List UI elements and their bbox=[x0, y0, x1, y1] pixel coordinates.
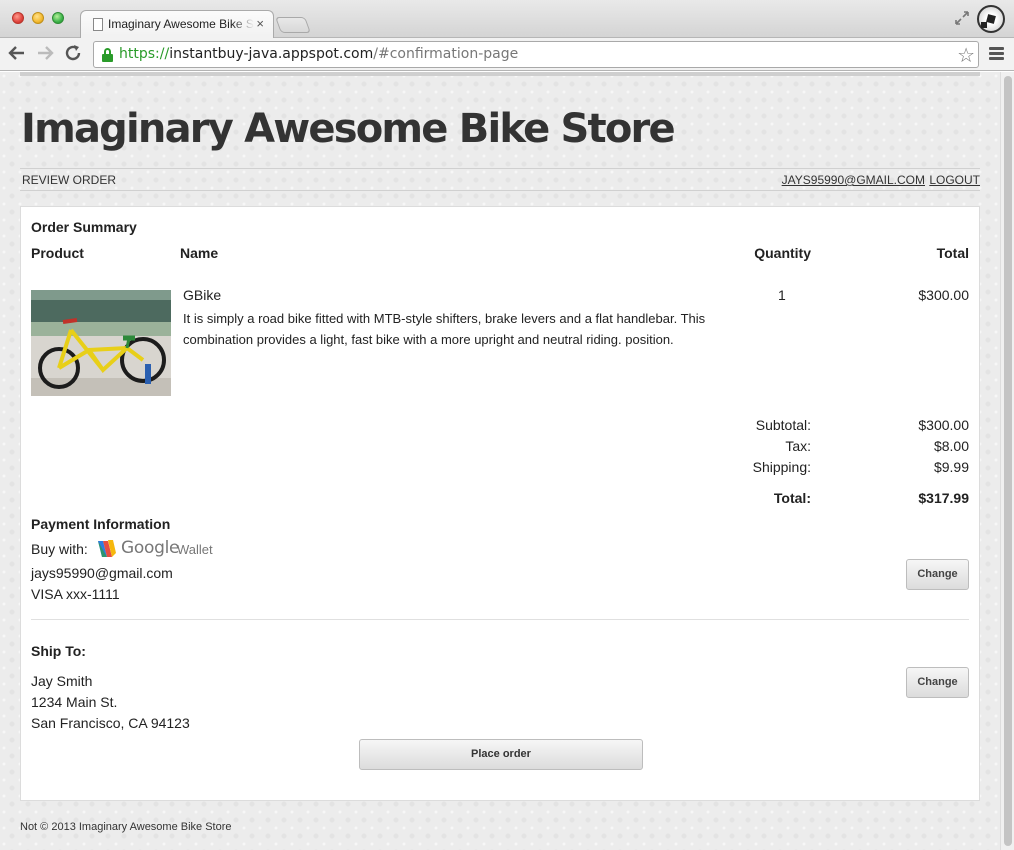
column-header-name: Name bbox=[180, 245, 219, 261]
bookmark-star-icon[interactable]: ☆ bbox=[957, 43, 975, 68]
browser-menu-icon[interactable] bbox=[989, 47, 1004, 61]
browser-toolbar: https://instantbuy-java.appspot.com/#con… bbox=[0, 38, 1014, 71]
total-value: $317.99 bbox=[918, 490, 969, 506]
column-header-product: Product bbox=[31, 245, 84, 261]
reload-icon[interactable] bbox=[64, 43, 82, 67]
user-email-link[interactable]: JAYS95990@GMAIL.COM bbox=[782, 173, 925, 187]
close-window-button[interactable] bbox=[12, 12, 24, 24]
browser-tab[interactable]: Imaginary Awesome Bike Store × bbox=[80, 10, 274, 39]
column-header-quantity: Quantity bbox=[754, 245, 811, 261]
new-tab-button[interactable] bbox=[275, 17, 311, 33]
change-shipping-button[interactable]: Change bbox=[906, 667, 969, 698]
shipping-value: $9.99 bbox=[933, 459, 969, 475]
browser-titlebar: Imaginary Awesome Bike Store × bbox=[0, 0, 1014, 39]
subtotal-label: Subtotal: bbox=[755, 417, 811, 433]
scrollbar-thumb[interactable] bbox=[1004, 76, 1012, 846]
url-scheme: https:// bbox=[119, 46, 170, 62]
section-divider bbox=[31, 619, 969, 620]
logout-link[interactable]: LOGOUT bbox=[929, 173, 980, 187]
payment-email: jays95990@gmail.com bbox=[31, 565, 173, 581]
url-text[interactable]: https://instantbuy-java.appspot.com/#con… bbox=[119, 46, 518, 62]
url-host: instantbuy-java.appspot.com bbox=[169, 46, 374, 62]
payment-card: VISA xxx-1111 bbox=[31, 586, 120, 602]
lock-icon bbox=[102, 48, 113, 62]
shipping-label: Shipping: bbox=[752, 459, 811, 475]
tab-title: Imaginary Awesome Bike Store bbox=[108, 17, 254, 31]
footer-text: Not © 2013 Imaginary Awesome Bike Store bbox=[20, 821, 232, 833]
back-arrow-icon[interactable] bbox=[8, 43, 26, 67]
minimize-window-button[interactable] bbox=[32, 12, 44, 24]
product-description: It is simply a road bike fitted with MTB… bbox=[183, 311, 706, 347]
tab-close-icon[interactable]: × bbox=[256, 16, 264, 31]
product-name: GBike bbox=[183, 287, 222, 303]
order-summary-heading: Order Summary bbox=[31, 219, 137, 235]
product-quantity: 1 bbox=[778, 287, 786, 303]
subnav-bar: REVIEW ORDER JAYS95990@GMAIL.COM LOGOUT bbox=[20, 168, 980, 191]
google-wallet-logo: Google Wallet bbox=[95, 537, 225, 561]
tax-value: $8.00 bbox=[933, 438, 969, 454]
total-label: Total: bbox=[773, 490, 811, 506]
product-total: $300.00 bbox=[918, 287, 969, 303]
profile-avatar-icon[interactable] bbox=[977, 5, 1005, 33]
zoom-window-button[interactable] bbox=[52, 12, 64, 24]
page-title: Imaginary Awesome Bike Store bbox=[21, 106, 676, 152]
column-header-total: Total bbox=[936, 245, 969, 261]
wallet-wallet-text: Wallet bbox=[177, 542, 213, 557]
url-path: /#confirmation-page bbox=[373, 46, 519, 62]
fullscreen-icon[interactable] bbox=[953, 9, 971, 27]
ship-to-city: San Francisco, CA 94123 bbox=[31, 715, 190, 731]
page-viewport: Imaginary Awesome Bike Store REVIEW ORDE… bbox=[0, 72, 1000, 850]
wallet-icon bbox=[98, 540, 116, 557]
subtotal-value: $300.00 bbox=[918, 417, 969, 433]
wallet-google-text: Google bbox=[121, 538, 180, 558]
buy-with-label: Buy with: bbox=[31, 541, 88, 557]
product-image-bike bbox=[31, 290, 171, 396]
forward-arrow-icon[interactable] bbox=[36, 43, 54, 67]
address-bar[interactable]: https://instantbuy-java.appspot.com/#con… bbox=[93, 41, 979, 68]
ship-to-name: Jay Smith bbox=[31, 673, 93, 689]
ship-to-heading: Ship To: bbox=[31, 643, 86, 659]
breadcrumb: REVIEW ORDER bbox=[22, 173, 117, 187]
change-payment-button[interactable]: Change bbox=[906, 559, 969, 590]
tax-label: Tax: bbox=[785, 438, 811, 454]
vertical-scrollbar[interactable] bbox=[1000, 72, 1014, 850]
place-order-button[interactable]: Place order bbox=[359, 739, 643, 770]
ship-to-street: 1234 Main St. bbox=[31, 694, 118, 710]
page-icon bbox=[93, 18, 103, 31]
top-rule bbox=[20, 72, 980, 76]
order-card: Order Summary Product Name Quantity Tota… bbox=[20, 206, 980, 801]
payment-heading: Payment Information bbox=[31, 516, 171, 532]
